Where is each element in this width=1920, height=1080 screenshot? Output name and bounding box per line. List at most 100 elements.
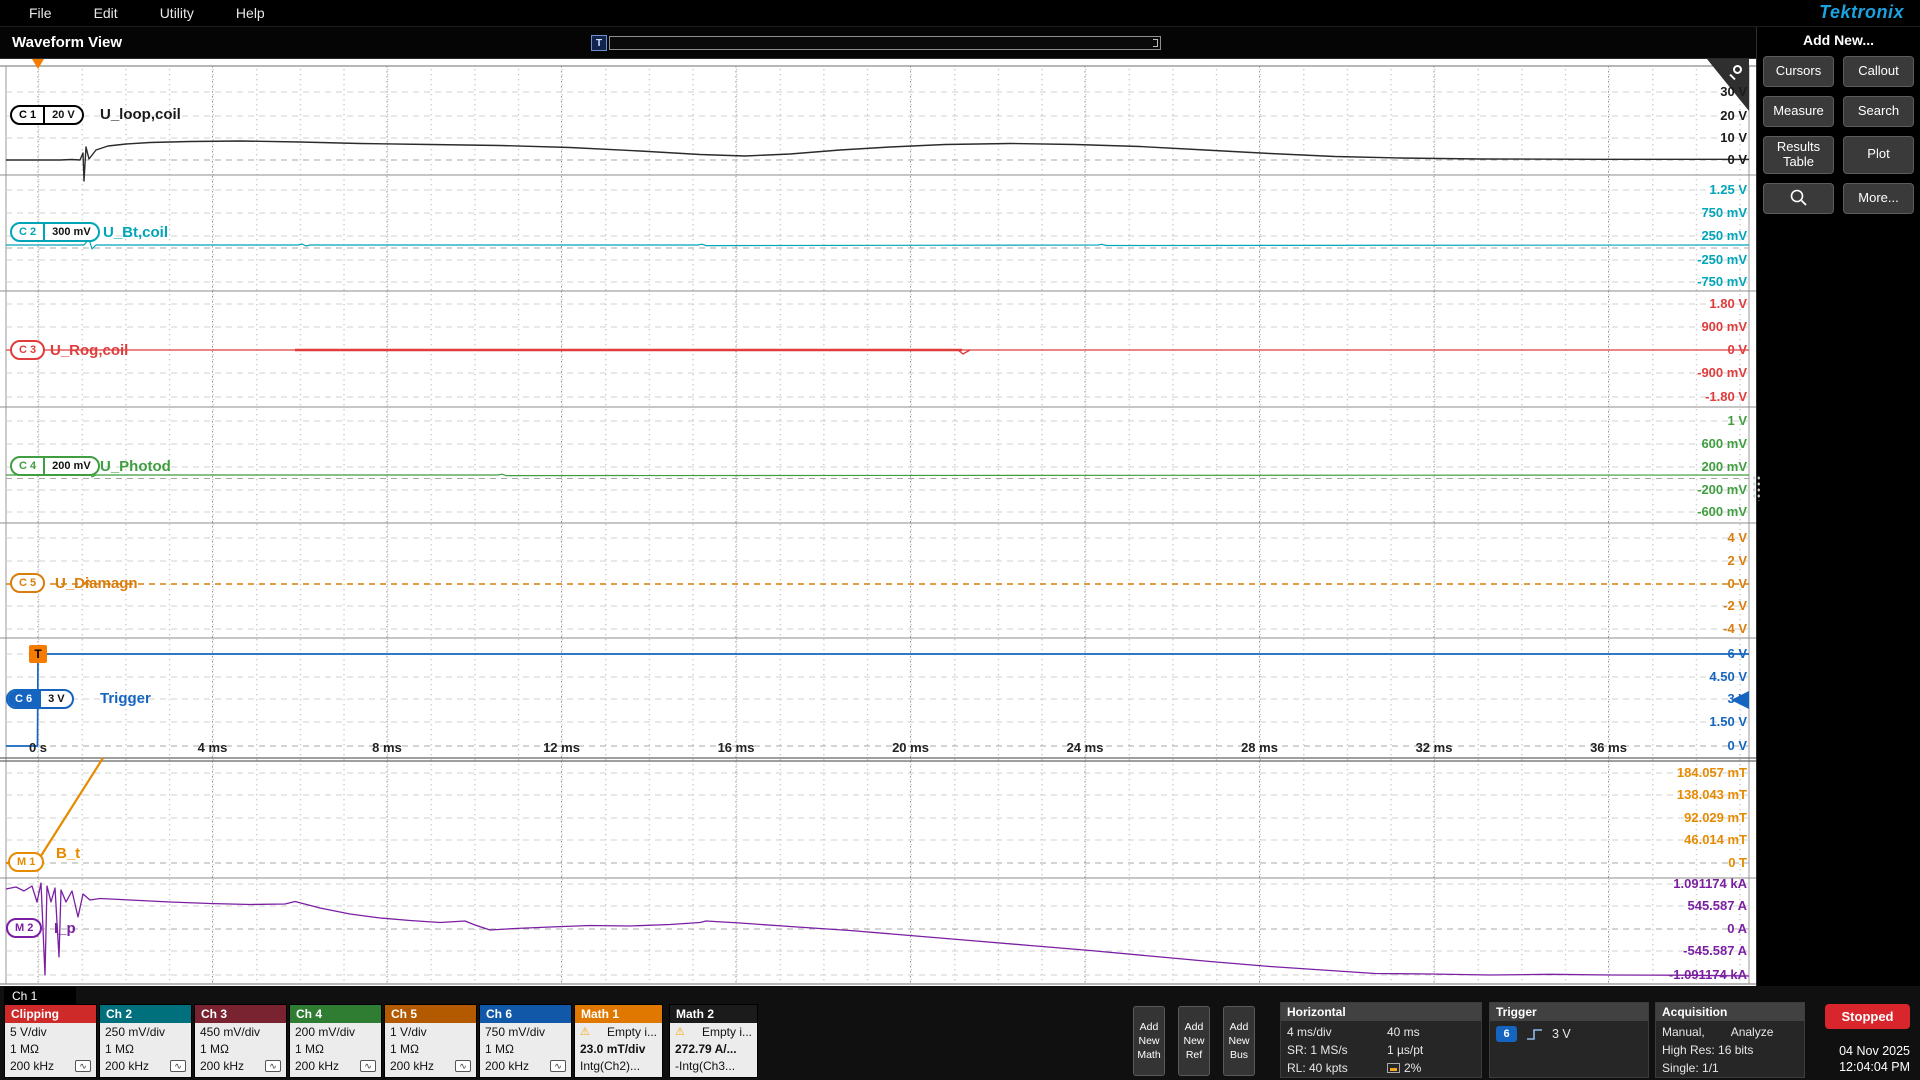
bandwidth-icon: ∿ (75, 1060, 91, 1072)
settings-badge-ch-3[interactable]: Ch 3450 mV/div1 MΩ200 kHz∿ (194, 1004, 287, 1078)
add-new-math-button[interactable]: AddNewMath (1133, 1006, 1165, 1076)
channel-badge-c2[interactable]: C 2300 mV (10, 222, 100, 242)
add-new-line: New (1228, 1035, 1249, 1047)
sidebar-button-plot[interactable]: Plot (1843, 136, 1914, 174)
scale-label-c1-2: 10 V (1720, 130, 1747, 145)
menu-file[interactable]: File (8, 5, 73, 21)
horizontal-row-3: RL: 40 kpts 2% (1287, 1059, 1475, 1077)
badge-body: 250 mV/div1 MΩ200 kHz∿ (100, 1023, 191, 1077)
zoom-button[interactable] (1763, 183, 1834, 214)
scale-label-c6-2: 3 V (1727, 691, 1747, 706)
trigger-source-badge[interactable]: 6 (1496, 1026, 1517, 1042)
horizontal-panel[interactable]: Horizontal 4 ms/div 40 ms SR: 1 MS/s 1 µ… (1280, 1002, 1482, 1078)
add-new-line: New (1183, 1035, 1204, 1047)
channel-badge-c1[interactable]: C 120 V (10, 105, 84, 125)
horizontal-row-1: 4 ms/div 40 ms (1287, 1023, 1475, 1041)
trigger-position-icon[interactable] (32, 59, 44, 69)
scale-label-c4-0: 1 V (1727, 413, 1747, 428)
settings-badge-math-1[interactable]: Math 1⚠Empty i...23.0 mT/divIntg(Ch2)... (574, 1004, 663, 1078)
badge-value: 200 kHz (295, 1060, 339, 1074)
channel-badge-m2[interactable]: M 2 (6, 918, 42, 938)
panel-resize-handle[interactable] (1752, 475, 1761, 501)
add-new-line: Add (1230, 1021, 1249, 1033)
run-stop-button[interactable]: Stopped (1825, 1004, 1910, 1029)
badge-row-0: 750 mV/div (485, 1026, 566, 1040)
badge-value: 200 kHz (105, 1060, 149, 1074)
channel-badge-scale: 300 mV (43, 224, 98, 240)
trigger-panel[interactable]: Trigger 6 3 V (1489, 1002, 1649, 1078)
channel-badge-c6[interactable]: C 63 V (6, 689, 74, 709)
settings-badge-ch-2[interactable]: Ch 2250 mV/div1 MΩ200 kHz∿ (99, 1004, 192, 1078)
acquisition-panel[interactable]: Acquisition Manual, Analyze High Res: 16… (1655, 1002, 1805, 1078)
ch1-tab[interactable]: Ch 1 (4, 987, 76, 1004)
badge-warning-row: ⚠Empty i... (675, 1026, 752, 1040)
more-button[interactable]: More... (1843, 183, 1914, 214)
sidebar-button-measure[interactable]: Measure (1763, 96, 1834, 127)
menu-edit[interactable]: Edit (73, 5, 139, 21)
channel-badge-c3[interactable]: C 3 (10, 340, 45, 360)
scale-label-m1-4: 0 T (1728, 855, 1747, 870)
trigger-point-badge[interactable]: T (29, 645, 47, 663)
waveform-area[interactable]: T C 120 VU_loop,coil30 V20 V10 V0 VC 230… (0, 59, 1756, 986)
channel-badge-id: C 1 (12, 107, 43, 123)
waveform-view-title: Waveform View (12, 34, 122, 51)
add-new-line: Add (1140, 1021, 1159, 1033)
horizontal-pan-bar[interactable] (609, 36, 1161, 50)
badge-value: 1 MΩ (105, 1043, 134, 1057)
add-new-ref-button[interactable]: AddNewRef (1178, 1006, 1210, 1076)
bandwidth-icon: ∿ (170, 1060, 186, 1072)
channel-badge-id: C 2 (12, 224, 43, 240)
sidebar-button-cursors[interactable]: Cursors (1763, 56, 1834, 87)
badge-row-1: 1 MΩ (390, 1043, 471, 1057)
scale-label-c2-2: 250 mV (1701, 228, 1747, 243)
scale-label-c4-3: -200 mV (1697, 482, 1747, 497)
channel-badge-m1[interactable]: M 1 (8, 852, 44, 872)
badge-value: 450 mV/div (200, 1026, 260, 1040)
badge-row-2: 200 kHz ∿ (105, 1060, 186, 1074)
channel-name-c3: U_Rog,coil (50, 342, 128, 359)
h-scale: 4 ms/div (1287, 1025, 1387, 1039)
badge-value: 1 MΩ (10, 1043, 39, 1057)
settings-badge-ch-4[interactable]: Ch 4200 mV/div1 MΩ200 kHz∿ (289, 1004, 382, 1078)
menu-help[interactable]: Help (215, 5, 286, 21)
settings-badge-ch-6[interactable]: Ch 6750 mV/div1 MΩ200 kHz∿ (479, 1004, 572, 1078)
sidebar-button-search[interactable]: Search (1843, 96, 1914, 127)
scale-label-c4-2: 200 mV (1701, 459, 1747, 474)
badge-row-1: 1 MΩ (485, 1043, 566, 1057)
settings-badge-ch-5[interactable]: Ch 51 V/div1 MΩ200 kHz∿ (384, 1004, 477, 1078)
scale-label-c3-1: 900 mV (1701, 319, 1747, 334)
badge-value: 200 kHz (390, 1060, 434, 1074)
badge-row-1: 1 MΩ (200, 1043, 281, 1057)
badge-value: 1 MΩ (295, 1043, 324, 1057)
channel-name-c2: U_Bt,coil (103, 224, 168, 241)
sidebar-button-callout[interactable]: Callout (1843, 56, 1914, 87)
badge-header: Math 1 (575, 1005, 662, 1023)
settings-badge-clipping[interactable]: Clipping5 V/div1 MΩ200 kHz∿ (4, 1004, 97, 1078)
menu-utility[interactable]: Utility (139, 5, 215, 21)
scale-label-c6-0: 6 V (1727, 646, 1747, 661)
settings-badge-math-2[interactable]: Math 2⚠Empty i...272.79 A/...-Intg(Ch3..… (669, 1004, 758, 1078)
menu-items: FileEditUtilityHelp (8, 5, 286, 21)
channel-badge-id: C 4 (12, 458, 43, 474)
scale-label-m2-0: 1.091174 kA (1673, 876, 1747, 891)
h-window: 40 ms (1387, 1025, 1475, 1039)
scale-label-m2-3: -545.587 A (1683, 943, 1747, 958)
badge-row-1: 1 MΩ (295, 1043, 376, 1057)
time-label-3: 12 ms (543, 740, 580, 755)
badge-body: 200 mV/div1 MΩ200 kHz∿ (290, 1023, 381, 1077)
settings-strip: Ch 1 Horizontal 4 ms/div 40 ms SR: 1 MS/… (0, 986, 1920, 1080)
badge-value: 750 mV/div (485, 1026, 545, 1040)
add-new-bus-button[interactable]: AddNewBus (1223, 1006, 1255, 1076)
horizontal-position-marker[interactable]: T (591, 35, 607, 51)
pan-bar-end-handle[interactable] (1153, 39, 1158, 47)
scale-label-c3-2: 0 V (1727, 342, 1747, 357)
badge-header: Ch 4 (290, 1005, 381, 1023)
badge-row-1: 1 MΩ (105, 1043, 186, 1057)
acquisition-panel-title: Acquisition (1656, 1003, 1804, 1021)
time-label-8: 32 ms (1416, 740, 1453, 755)
warning-text: Empty i... (607, 1026, 657, 1040)
sidebar-button-results-table[interactable]: Results Table (1763, 136, 1834, 174)
time-label-4: 16 ms (718, 740, 755, 755)
channel-badge-c5[interactable]: C 5 (10, 573, 45, 593)
channel-badge-c4[interactable]: C 4200 mV (10, 456, 100, 476)
